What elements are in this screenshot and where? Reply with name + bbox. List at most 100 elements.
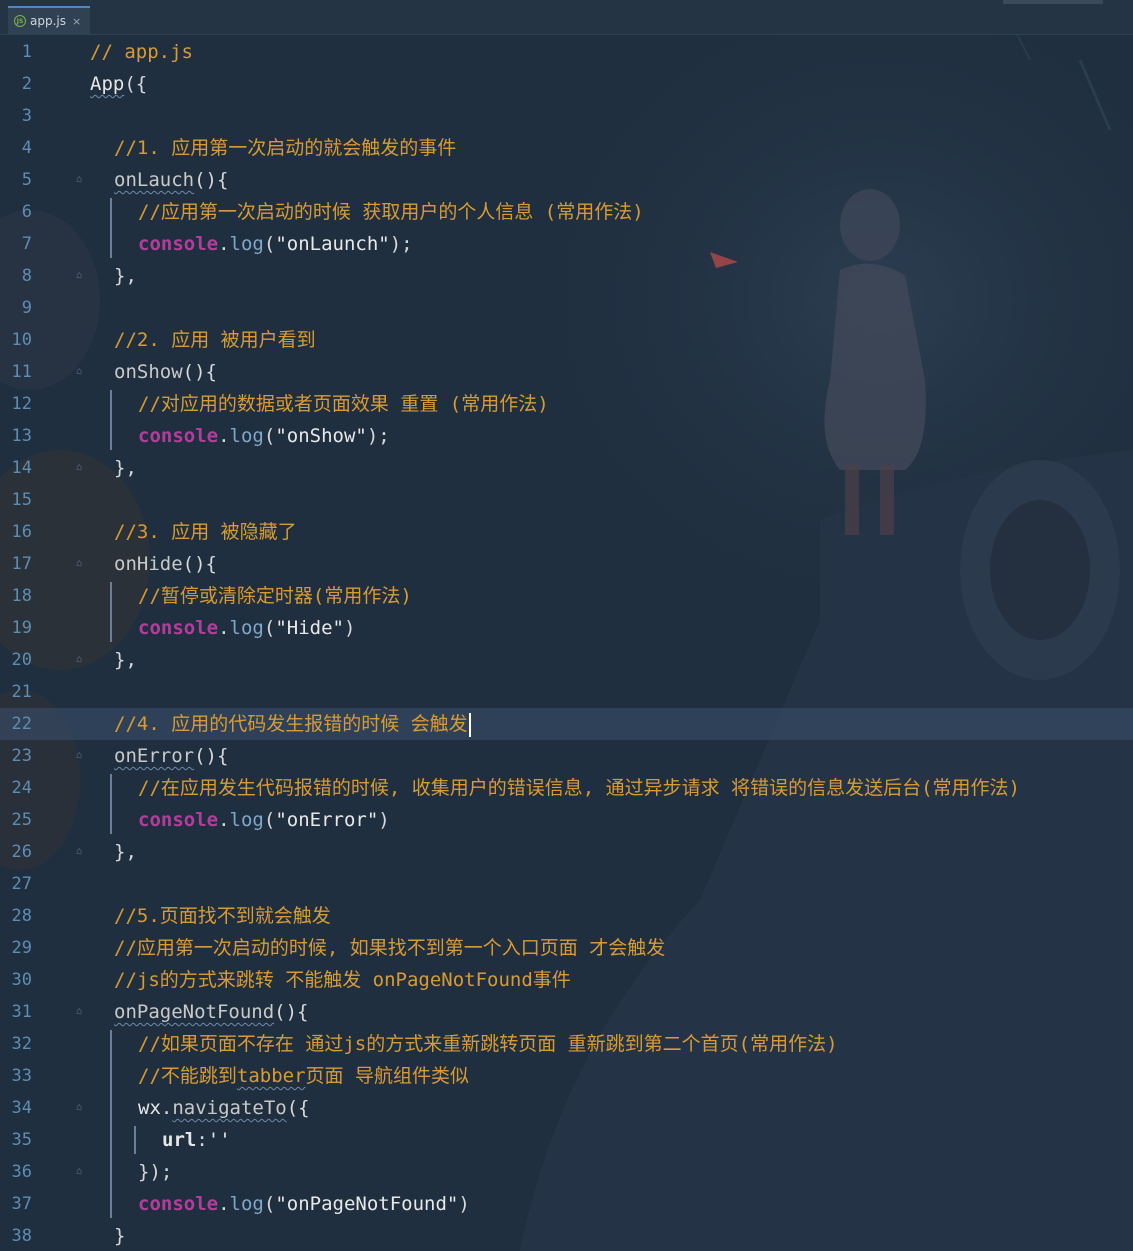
code-line-content: //4. 应用的代码发生报错的时候 会触发 xyxy=(114,708,471,740)
fold-marker-icon[interactable]: ⌂ xyxy=(76,654,87,665)
code-line[interactable] xyxy=(0,292,1133,324)
code-line[interactable]: wx.navigateTo({ xyxy=(0,1092,1133,1124)
line-number: 34 xyxy=(11,1098,32,1118)
line-number: 6 xyxy=(21,202,32,222)
code-line[interactable]: onLauch(){ xyxy=(0,164,1133,196)
code-token: ({ xyxy=(286,1097,310,1119)
fold-marker-icon[interactable]: ⌂ xyxy=(76,270,87,281)
code-line[interactable]: App({ xyxy=(0,68,1133,100)
code-line[interactable]: console.log("onError") xyxy=(0,804,1133,836)
code-line[interactable]: url:'' xyxy=(0,1124,1133,1156)
code-line[interactable]: }, xyxy=(0,260,1133,292)
code-line[interactable]: }, xyxy=(0,836,1133,868)
code-token: '' xyxy=(207,1129,231,1151)
code-line[interactable]: //4. 应用的代码发生报错的时候 会触发 xyxy=(0,708,1133,740)
code-token: ( xyxy=(263,1193,276,1215)
code-line[interactable]: onError(){ xyxy=(0,740,1133,772)
code-token: ) xyxy=(458,1193,470,1215)
code-line[interactable]: console.log("onShow"); xyxy=(0,420,1133,452)
line-number: 17 xyxy=(11,554,32,574)
code-line[interactable]: //如果页面不存在 通过js的方式来重新跳转页面 重新跳到第二个首页(常用作法) xyxy=(0,1028,1133,1060)
indent-guide xyxy=(110,1030,112,1218)
code-line[interactable]: //不能跳到tabber页面 导航组件类似 xyxy=(0,1060,1133,1092)
code-token: (){ xyxy=(194,169,229,191)
code-line[interactable]: console.log("onLaunch"); xyxy=(0,228,1133,260)
code-token: }); xyxy=(138,1161,173,1183)
code-line[interactable] xyxy=(0,868,1133,900)
code-line-content: console.log("onPageNotFound") xyxy=(138,1188,470,1220)
code-line[interactable]: console.log("Hide") xyxy=(0,612,1133,644)
code-line[interactable]: onShow(){ xyxy=(0,356,1133,388)
code-token: . xyxy=(160,1097,173,1119)
line-number: 20 xyxy=(11,650,32,670)
code-token: "onShow" xyxy=(275,425,367,447)
code-line[interactable]: //应用第一次启动的时候 获取用户的个人信息 (常用作法) xyxy=(0,196,1133,228)
line-number: 5 xyxy=(21,170,32,190)
code-line[interactable]: //在应用发生代码报错的时候, 收集用户的错误信息, 通过异步请求 将错误的信息… xyxy=(0,772,1133,804)
line-number: 11 xyxy=(11,362,32,382)
code-line-content: onHide(){ xyxy=(114,548,217,580)
line-number: 36 xyxy=(11,1162,32,1182)
code-line[interactable]: }); xyxy=(0,1156,1133,1188)
code-line[interactable]: //对应用的数据或者页面效果 重置 (常用作法) xyxy=(0,388,1133,420)
code-line[interactable]: // app.js xyxy=(0,36,1133,68)
code-token: ) xyxy=(343,617,356,639)
code-line[interactable]: }, xyxy=(0,644,1133,676)
code-line[interactable]: onPageNotFound(){ xyxy=(0,996,1133,1028)
fold-marker-icon[interactable]: ⌂ xyxy=(76,174,87,185)
code-line[interactable]: console.log("onPageNotFound") xyxy=(0,1188,1133,1220)
code-token: log xyxy=(229,617,264,639)
code-token: . xyxy=(218,233,230,255)
code-line[interactable]: }, xyxy=(0,452,1133,484)
fold-marker-icon[interactable]: ⌂ xyxy=(76,366,87,377)
fold-marker-icon[interactable]: ⌂ xyxy=(76,1102,87,1113)
tab-app-js[interactable]: JS app.js × xyxy=(8,6,90,34)
code-line[interactable]: //js的方式来跳转 不能触发 onPageNotFound事件 xyxy=(0,964,1133,996)
code-token: App xyxy=(90,73,125,95)
fold-marker-icon[interactable]: ⌂ xyxy=(76,1006,87,1017)
code-line-content: console.log("onShow"); xyxy=(138,420,390,452)
line-number: 37 xyxy=(11,1194,32,1214)
code-line[interactable]: //应用第一次启动的时候, 如果找不到第一个入口页面 才会触发 xyxy=(0,932,1133,964)
line-number: 27 xyxy=(11,874,32,894)
code-line[interactable]: //3. 应用 被隐藏了 xyxy=(0,516,1133,548)
line-number: 33 xyxy=(11,1066,32,1086)
code-line-content: //在应用发生代码报错的时候, 收集用户的错误信息, 通过异步请求 将错误的信息… xyxy=(138,772,1020,804)
fold-marker-icon[interactable]: ⌂ xyxy=(76,846,87,857)
code-token: //5.页面找不到就会触发 xyxy=(114,905,331,927)
code-line[interactable] xyxy=(0,484,1133,516)
code-line[interactable]: //1. 应用第一次启动的就会触发的事件 xyxy=(0,132,1133,164)
code-line-content: }, xyxy=(114,452,137,484)
code-line[interactable]: } xyxy=(0,1220,1133,1251)
code-token: "onLaunch" xyxy=(275,233,390,255)
code-line[interactable]: onHide(){ xyxy=(0,548,1133,580)
line-number: 21 xyxy=(11,682,32,702)
code-line-content: //对应用的数据或者页面效果 重置 (常用作法) xyxy=(138,388,549,420)
indent-guide xyxy=(110,582,112,642)
fold-marker-icon[interactable]: ⌂ xyxy=(76,1166,87,1177)
close-icon[interactable]: × xyxy=(72,15,81,28)
editor-tab-bar: JS app.js × xyxy=(0,0,1133,35)
code-token: 页面 导航组件类似 xyxy=(305,1065,469,1087)
code-token: ( xyxy=(263,617,276,639)
code-line-content: }, xyxy=(114,644,137,676)
fold-marker-icon[interactable]: ⌂ xyxy=(76,462,87,473)
code-token: wx xyxy=(138,1097,161,1119)
code-token: //暂停或清除定时器(常用作法) xyxy=(138,585,412,607)
code-line[interactable] xyxy=(0,676,1133,708)
fold-marker-icon[interactable]: ⌂ xyxy=(76,750,87,761)
code-token: console xyxy=(138,617,219,639)
line-number: 28 xyxy=(11,906,32,926)
fold-marker-icon[interactable]: ⌂ xyxy=(76,558,87,569)
code-token: console xyxy=(138,1193,219,1215)
code-line[interactable]: //5.页面找不到就会触发 xyxy=(0,900,1133,932)
code-token: onLauch xyxy=(114,169,195,191)
code-token: //1. 应用第一次启动的就会触发的事件 xyxy=(114,137,457,159)
code-line[interactable]: //暂停或清除定时器(常用作法) xyxy=(0,580,1133,612)
code-line[interactable] xyxy=(0,100,1133,132)
code-token: //3. 应用 被隐藏了 xyxy=(114,521,297,543)
code-token: (){ xyxy=(182,553,217,575)
code-line[interactable]: //2. 应用 被用户看到 xyxy=(0,324,1133,356)
line-number: 10 xyxy=(11,330,32,350)
code-line-content: onPageNotFound(){ xyxy=(114,996,308,1028)
